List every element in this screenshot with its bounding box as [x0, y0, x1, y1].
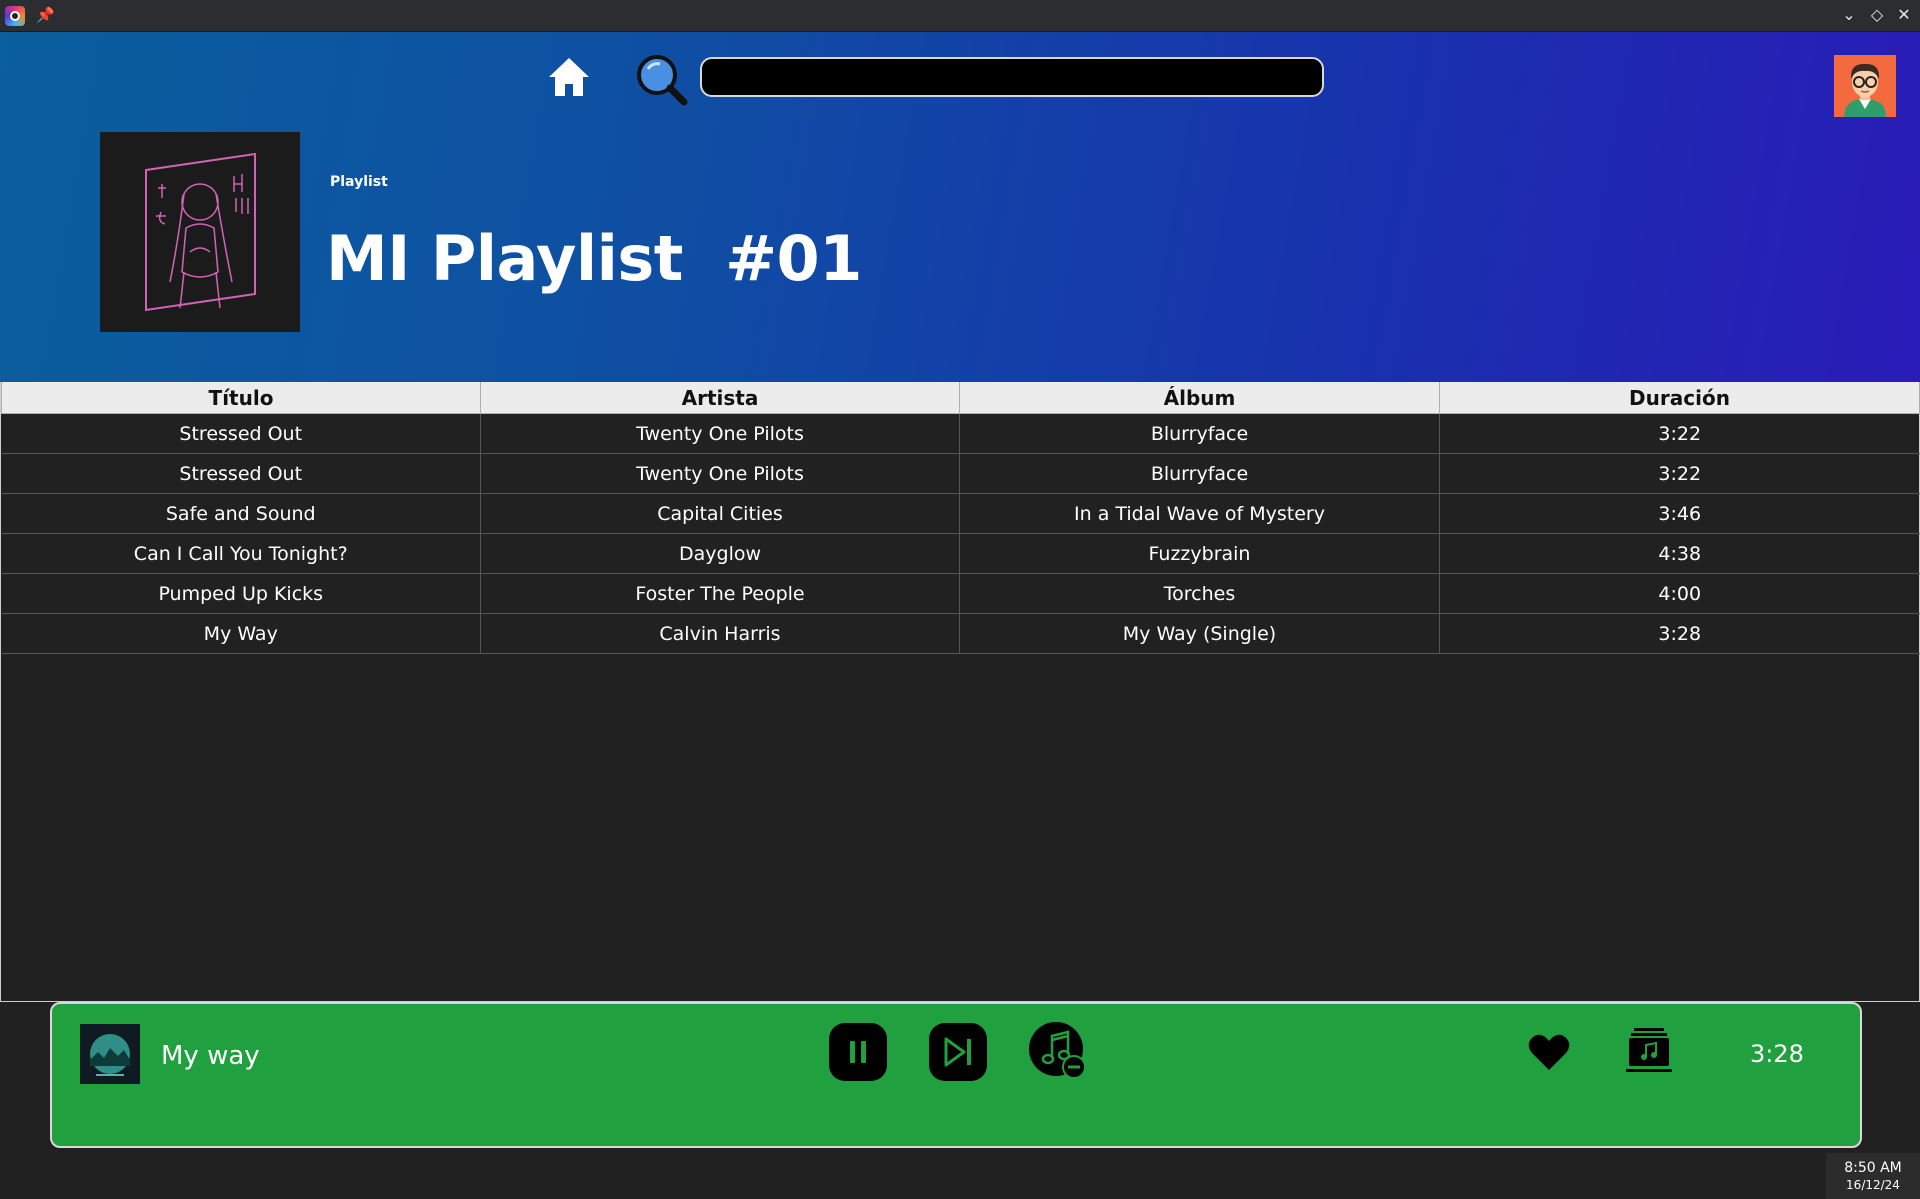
now-playing-title: My way [161, 1041, 260, 1071]
column-header-artist[interactable]: Artista [480, 382, 960, 414]
clock-time: 8:50 AM [1844, 1160, 1902, 1176]
table-row[interactable]: Can I Call You Tonight? Dayglow Fuzzybra… [1, 533, 1920, 574]
app-logo-icon [5, 6, 25, 26]
search-button[interactable] [634, 52, 690, 108]
table-header-row: Título Artista Álbum Duración [1, 382, 1920, 414]
cell-album: Fuzzybrain [959, 533, 1440, 574]
window-titlebar: 📌 ⌄ ◇ ✕ [0, 0, 1920, 32]
cell-title: Stressed Out [1, 453, 481, 494]
cell-artist: Calvin Harris [480, 613, 960, 654]
cell-album: Blurryface [959, 413, 1440, 454]
cell-title: My Way [1, 613, 481, 654]
column-header-duration[interactable]: Duración [1439, 382, 1920, 414]
cell-album: In a Tidal Wave of Mystery [959, 493, 1440, 534]
table-row[interactable]: Safe and Sound Capital Cities In a Tidal… [1, 493, 1920, 534]
cell-artist: Capital Cities [480, 493, 960, 534]
cell-title: Stressed Out [1, 413, 481, 454]
home-icon [549, 58, 589, 96]
album-art-icon [80, 1024, 140, 1084]
player-bar: My way 3:28 [50, 1002, 1862, 1148]
cell-artist: Twenty One Pilots [480, 413, 960, 454]
cell-duration: 3:46 [1439, 493, 1920, 534]
pause-icon [829, 1023, 887, 1081]
maximize-icon[interactable]: ◇ [1866, 5, 1888, 24]
user-avatar-icon [1834, 55, 1896, 117]
pause-button[interactable] [828, 1022, 888, 1087]
column-header-title[interactable]: Título [1, 382, 481, 414]
anime-artwork-icon [100, 132, 300, 332]
table-row[interactable]: Pumped Up Kicks Foster The People Torche… [1, 573, 1920, 614]
home-button[interactable] [546, 54, 592, 100]
table-row[interactable]: My Way Calvin Harris My Way (Single) 3:2… [1, 613, 1920, 654]
remove-from-queue-button[interactable] [1028, 1020, 1088, 1087]
table-row[interactable]: Stressed Out Twenty One Pilots Blurryfac… [1, 413, 1920, 454]
tracks-table: Título Artista Álbum Duración Stressed O… [0, 382, 1920, 1002]
now-playing-cover [80, 1024, 140, 1084]
cell-album: Blurryface [959, 453, 1440, 494]
cell-title: Pumped Up Kicks [1, 573, 481, 614]
cell-artist: Foster The People [480, 573, 960, 614]
column-header-album[interactable]: Álbum [959, 382, 1440, 414]
cell-duration: 3:22 [1439, 453, 1920, 494]
remove-from-queue-icon [1029, 1022, 1086, 1079]
table-row[interactable]: Stressed Out Twenty One Pilots Blurryfac… [1, 453, 1920, 494]
pin-icon[interactable]: 📌 [36, 6, 55, 24]
cell-album: Torches [959, 573, 1440, 614]
playlist-type-label: Playlist [330, 174, 388, 190]
track-duration: 3:28 [1750, 1040, 1804, 1068]
playlist-cover-image [100, 132, 300, 332]
clock-date: 16/12/24 [1846, 1178, 1900, 1192]
cell-title: Can I Call You Tonight? [1, 533, 481, 574]
cell-album: My Way (Single) [959, 613, 1440, 654]
cell-duration: 4:00 [1439, 573, 1920, 614]
music-library-button[interactable] [1626, 1026, 1672, 1079]
page-title: MI Playlist #01 [326, 222, 862, 295]
heart-icon [1528, 1034, 1570, 1070]
cell-title: Safe and Sound [1, 493, 481, 534]
skip-next-icon [929, 1023, 987, 1081]
avatar[interactable] [1834, 55, 1896, 117]
close-icon[interactable]: ✕ [1893, 5, 1915, 24]
playlist-header: Playlist MI Playlist #01 [0, 32, 1920, 382]
cell-artist: Dayglow [480, 533, 960, 574]
cell-duration: 3:28 [1439, 613, 1920, 654]
cell-duration: 4:38 [1439, 533, 1920, 574]
music-library-icon [1626, 1028, 1672, 1072]
minimize-icon[interactable]: ⌄ [1838, 5, 1860, 24]
cell-duration: 3:22 [1439, 413, 1920, 454]
search-input[interactable] [700, 57, 1324, 97]
like-button[interactable] [1527, 1032, 1571, 1077]
system-clock[interactable]: 8:50 AM 16/12/24 [1826, 1153, 1920, 1199]
next-button[interactable] [928, 1022, 988, 1087]
search-icon [637, 55, 688, 106]
cell-artist: Twenty One Pilots [480, 453, 960, 494]
